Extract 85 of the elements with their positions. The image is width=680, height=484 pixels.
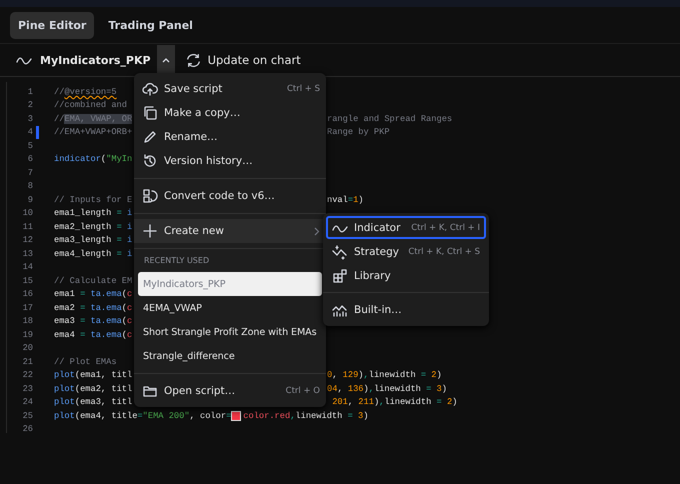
- color-swatch: [231, 410, 242, 421]
- submenu-item[interactable]: Built-in…: [326, 298, 486, 321]
- code-text: ema1_length = i: [54, 208, 132, 218]
- line-number: 8: [26, 181, 33, 192]
- copy-icon: [142, 105, 158, 121]
- code-text: nval=1): [327, 194, 364, 205]
- tab[interactable]: Trading Panel: [100, 12, 201, 38]
- line-number: 26: [22, 424, 33, 434]
- code-text: plot(ema4, title="EMA 200", color= color.red,linewidth = 3): [54, 410, 368, 421]
- menu-item[interactable]: Save script Ctrl + S: [134, 77, 326, 101]
- caret-up-icon: [162, 57, 170, 63]
- submenu-item[interactable]: Indicator Ctrl + K, Ctrl + I: [326, 216, 486, 239]
- line-number: 11: [22, 222, 33, 232]
- line-number: 6: [26, 154, 33, 164]
- code-text: rangle and Spread Ranges: [327, 114, 452, 124]
- refresh-icon: [184, 52, 202, 68]
- chevron-right-icon: [314, 226, 320, 236]
- line-number: 22: [22, 370, 33, 380]
- line-number: 25: [22, 410, 33, 421]
- code-text: ema3 = ta.ema(c: [54, 316, 132, 326]
- code-text: //EMA+VWAP+ORB+: [54, 127, 132, 138]
- line-number: 2: [26, 100, 33, 110]
- line-number: 10: [22, 208, 33, 218]
- code-text: ema2_length = i: [54, 222, 132, 232]
- history-icon: [142, 153, 158, 169]
- code-text: ema3_length = i: [54, 235, 132, 246]
- line-number: 12: [22, 235, 33, 246]
- create-new-menu-item[interactable]: Create new: [134, 219, 326, 243]
- code-text: Range by PKP: [327, 127, 390, 138]
- script-name: MyIndicators_PKP: [40, 54, 151, 66]
- code-text: // Calculate EM: [54, 276, 132, 286]
- line-number: 15: [22, 276, 33, 286]
- line-number: 4: [26, 127, 33, 138]
- line-number: 21: [22, 356, 33, 367]
- code-text: 0, 129),linewidth = 2): [327, 370, 442, 380]
- code-text: ema4 = ta.ema(c: [54, 330, 132, 340]
- line-number: 5: [26, 140, 33, 151]
- line-number: 20: [22, 343, 33, 354]
- menu-item[interactable]: Convert code to v6…: [134, 184, 326, 208]
- line-number: 24: [22, 397, 33, 408]
- convert-icon: [142, 188, 158, 204]
- line-number: 19: [22, 330, 33, 340]
- code-text: ema1 = ta.ema(c: [54, 289, 132, 300]
- code-text: plot(ema1, titl: [54, 370, 132, 380]
- code-text: plot(ema3, titl: [54, 397, 132, 408]
- submenu-item[interactable]: Strategy Ctrl + K, Ctrl + S: [326, 240, 486, 263]
- section-header: RECENTLY USED: [143, 255, 210, 267]
- menu-item[interactable]: Rename…: [134, 125, 326, 149]
- line-number: 9: [26, 194, 33, 205]
- recent-script-item[interactable]: Strangle_difference: [138, 344, 322, 368]
- code-text: ema4_length = i: [54, 248, 132, 259]
- recent-script-item[interactable]: 4EMA_VWAP: [138, 296, 322, 320]
- code-text: ema2 = ta.ema(c: [54, 302, 132, 313]
- code-text: //combined and: [54, 100, 127, 110]
- tab[interactable]: Pine Editor: [10, 12, 94, 38]
- code-text: //EMA, VWAP, OR: [54, 114, 132, 124]
- code-text: // Inputs for E: [54, 194, 132, 205]
- code-text: indicator("MyIn: [54, 154, 132, 164]
- line-number: 17: [22, 302, 33, 313]
- line-number: 14: [22, 262, 33, 272]
- menu-item[interactable]: Make a copy…: [134, 101, 326, 125]
- pencil-icon: [142, 129, 158, 145]
- code-text: 04, 136),linewidth = 3): [327, 384, 447, 394]
- line-number: 1: [26, 86, 33, 97]
- menu-item[interactable]: Open script… Ctrl + O: [134, 379, 326, 403]
- line-number: 13: [22, 248, 33, 259]
- code-text: //@version=5: [54, 86, 117, 97]
- code-text: 201, 211),linewidth = 2): [331, 397, 458, 408]
- strategy-icon: [332, 244, 348, 260]
- menu-toggle-button[interactable]: [156, 45, 175, 75]
- plus-icon: [142, 223, 158, 239]
- recent-script-item[interactable]: MyIndicators_PKP: [138, 272, 322, 296]
- code-text: plot(ema2, titl: [54, 384, 132, 394]
- update-on-chart-button[interactable]: Update on chart: [184, 52, 301, 68]
- submenu-item[interactable]: Library: [326, 264, 486, 287]
- cloud-upload-icon: [142, 81, 158, 97]
- code-text: // Plot EMAs: [54, 356, 117, 367]
- line-number: 16: [22, 289, 33, 300]
- line-number: 18: [22, 316, 33, 326]
- line-number: 7: [26, 168, 33, 178]
- library-icon: [332, 268, 348, 284]
- menu-item[interactable]: Version history…: [134, 149, 326, 173]
- recent-script-item[interactable]: Short Strangle Profit Zone with EMAs: [138, 320, 322, 344]
- line-number: 23: [22, 384, 33, 394]
- line-number: 3: [26, 114, 33, 124]
